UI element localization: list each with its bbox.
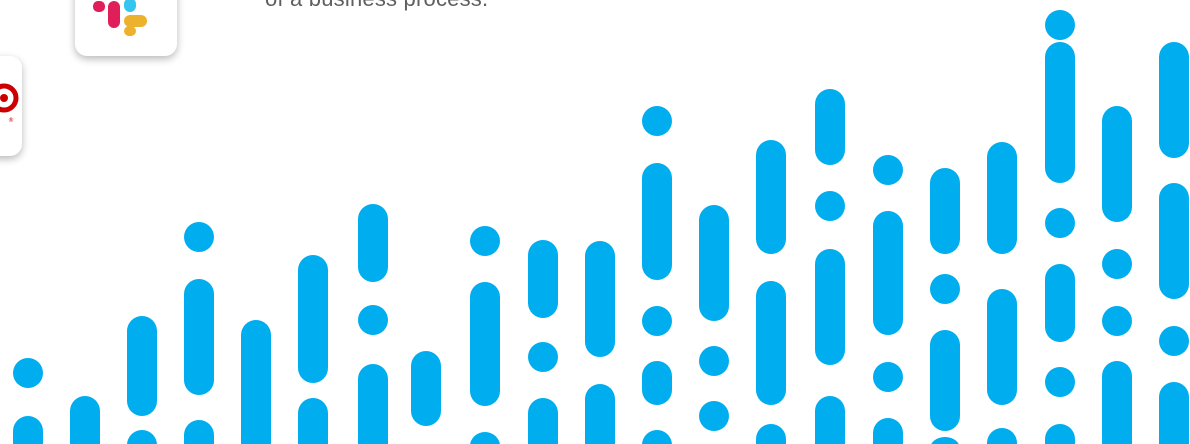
wave-bar-6-2 [358,364,388,444]
wave-dot-11-0 [642,106,672,136]
wave-dot-8-0 [470,226,500,256]
wave-dot-18-0 [1045,10,1075,40]
wave-bar-19-3 [1102,361,1132,444]
wave-dot-9-1 [528,342,558,372]
wave-dot-12-1 [699,346,729,376]
wave-dot-2-1 [127,430,157,444]
wave-dot-8-2 [470,432,500,444]
wave-bar-8-1 [470,282,500,406]
wave-bar-2-0 [127,316,157,416]
wave-dot-18-4 [1045,367,1075,397]
wave-bar-13-1 [756,281,786,405]
wave-bar-5-0 [298,255,328,383]
wave-dot-15-2 [873,362,903,392]
wave-dot-16-3 [931,437,959,444]
wave-bar-20-0 [1159,42,1189,158]
wave-dot-17-2 [987,428,1017,444]
wave-bar-14-0 [815,89,845,165]
wave-dot-11-2 [642,306,672,336]
wave-bar-3-1 [184,279,214,395]
wave-bar-19-0 [1102,106,1132,222]
wave-bar-20-1 [1159,183,1189,299]
wave-bar-11-1 [642,163,672,280]
wave-dot-11-4 [642,430,672,444]
wave-bar-9-2 [528,398,558,444]
hero-illustration: of a business process. ® [0,0,1190,444]
wave-bar-16-0 [930,168,960,254]
wave-bar-10-1 [585,384,615,444]
wave-bar-0-1 [13,416,43,444]
wave-dot-20-2 [1159,326,1189,356]
wave-bar-11-3 [642,361,672,405]
wave-bar-15-3 [873,418,903,444]
wave-dot-0-0 [13,358,43,388]
wave-bar-5-1 [298,398,328,444]
wave-bar-14-3 [815,396,845,444]
wave-bar-15-1 [873,211,903,335]
wave-bar-17-0 [987,142,1017,254]
wave-bar-7-0 [411,351,441,426]
wave-dot-3-0 [184,222,214,252]
wave-bar-18-1 [1045,42,1075,183]
wave-bar-3-2 [184,420,214,444]
wave-bar-4-0 [241,320,271,444]
wave-bar-18-3 [1045,264,1075,342]
wave-dot-14-1 [815,191,845,221]
wave-dot-19-2 [1102,306,1132,336]
wave-dot-6-1 [358,305,388,335]
wave-bar-20-3 [1159,382,1189,444]
wave-dot-12-2 [699,401,729,431]
wave-dot-19-1 [1102,249,1132,279]
wave-bar-9-0 [528,240,558,318]
wave-bar-13-0 [756,140,786,254]
wave-bar-17-1 [987,289,1017,405]
wave-bar-18-5 [1045,424,1075,444]
wave-bar-12-0 [699,205,729,321]
audio-wave-pattern [13,10,1189,444]
wave-bar-14-2 [815,249,845,365]
wave-bar-16-2 [930,330,960,431]
wave-dot-18-2 [1045,208,1075,238]
wave-bar-1-0 [70,396,100,444]
wave-dot-15-0 [873,155,903,185]
wave-bar-10-0 [585,241,615,357]
wave-dot-16-1 [930,274,960,304]
wave-bar-6-0 [358,204,388,282]
wave-bar-13-2 [756,424,786,444]
